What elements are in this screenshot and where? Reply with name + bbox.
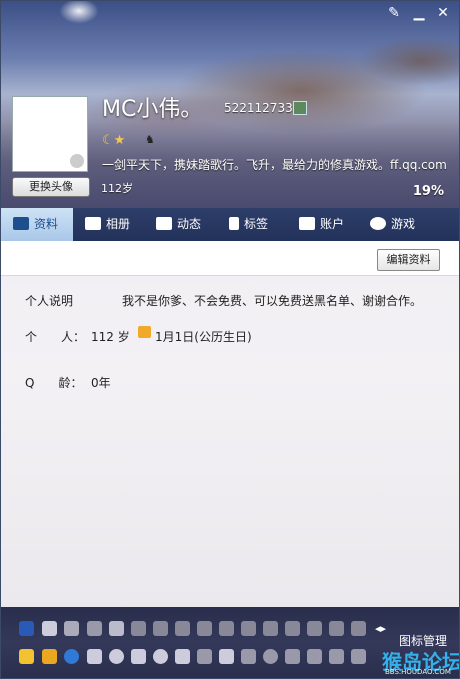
tab-label: 相册 bbox=[106, 217, 131, 231]
level-icons: ☾★ bbox=[102, 133, 126, 148]
tab-feed[interactable]: 动态 bbox=[156, 208, 201, 241]
tab-label: 标签 bbox=[244, 217, 269, 231]
completion-percent: 19% bbox=[412, 184, 444, 199]
tab-label: 账户 bbox=[320, 217, 345, 231]
diamond-icon[interactable] bbox=[351, 621, 366, 636]
profile-window: ✎ ▁ ✕ 更换头像 MC小伟。 522112733 ☾★ ♞ 一剑平天下，携妹… bbox=[0, 0, 460, 679]
tab-tags[interactable]: 标签 bbox=[229, 208, 268, 241]
avatar[interactable] bbox=[12, 96, 88, 172]
minimize-icon[interactable]: ▁ bbox=[408, 4, 430, 22]
diamond-icon[interactable] bbox=[153, 621, 168, 636]
penguin-badge-icon: ♞ bbox=[145, 133, 155, 146]
tab-games[interactable]: 游戏 bbox=[370, 208, 415, 241]
shield-icon[interactable] bbox=[42, 649, 57, 664]
tab-label: 游戏 bbox=[391, 217, 416, 231]
tab-account[interactable]: 账户 bbox=[299, 208, 344, 241]
robot-icon[interactable] bbox=[175, 649, 190, 664]
birthday: 1月1日(公历生日) bbox=[155, 330, 252, 344]
skin-icon[interactable]: ✎ bbox=[383, 4, 405, 22]
tab-label: 动态 bbox=[177, 217, 202, 231]
bird-icon[interactable] bbox=[241, 621, 256, 636]
edit-profile-button[interactable]: 编辑资料 bbox=[377, 249, 440, 271]
diamond-icon[interactable] bbox=[175, 621, 190, 636]
album-icon bbox=[85, 217, 101, 230]
badge-icon[interactable] bbox=[109, 621, 124, 636]
app-store-icon[interactable] bbox=[131, 649, 146, 664]
tab-profile[interactable]: 资料 bbox=[1, 208, 73, 241]
tab-bar: 资料 相册 动态 标签 账户 游戏 bbox=[1, 208, 459, 241]
briefcase-icon bbox=[299, 217, 315, 230]
mail-icon[interactable] bbox=[219, 649, 234, 664]
chat-icon[interactable] bbox=[109, 649, 124, 664]
personal-desc-value: 我不是你爹、不会免费、可以免费送黑名单、谢谢合作。 bbox=[122, 294, 423, 308]
diamond-icon[interactable] bbox=[263, 621, 278, 636]
tab-album[interactable]: 相册 bbox=[85, 208, 130, 241]
tv-icon[interactable] bbox=[351, 649, 366, 664]
age-text: 112岁 bbox=[101, 182, 133, 195]
scroll-arrows-icon[interactable]: ◂▸ bbox=[375, 621, 389, 636]
person-age: 112 岁 bbox=[91, 330, 130, 344]
diamond-icon[interactable] bbox=[219, 621, 234, 636]
qt-icon[interactable] bbox=[153, 649, 168, 664]
diamond-icon[interactable] bbox=[329, 621, 344, 636]
personal-desc-label: 个人说明 bbox=[25, 294, 74, 308]
watermark-url: BBS.HOUDAO.COM bbox=[385, 668, 451, 676]
star-icon[interactable] bbox=[19, 649, 34, 664]
nickname: MC小伟。 bbox=[102, 97, 203, 122]
change-avatar-button[interactable]: 更换头像 bbox=[12, 177, 90, 197]
pet-icon[interactable] bbox=[307, 649, 322, 664]
diamond-icon[interactable] bbox=[131, 621, 146, 636]
close-icon[interactable]: ✕ bbox=[432, 4, 454, 22]
bookmark-icon bbox=[229, 217, 239, 230]
diamond-icon[interactable] bbox=[307, 621, 322, 636]
diamond-icon[interactable] bbox=[285, 621, 300, 636]
diamond-icon[interactable] bbox=[197, 621, 212, 636]
music-icon[interactable] bbox=[263, 649, 278, 664]
qage-value: 0年 bbox=[91, 376, 111, 390]
nba-icon[interactable] bbox=[19, 621, 34, 636]
person-label: 个 人： bbox=[25, 330, 86, 344]
penguin-icon[interactable] bbox=[87, 621, 102, 636]
shield-icon[interactable] bbox=[329, 649, 344, 664]
qage-label: Q 龄： bbox=[25, 376, 83, 390]
signature[interactable]: 一剑平天下，携妹踏歌行。飞升，最给力的修真游戏。ff.qq.com bbox=[102, 156, 447, 173]
diamond-icon[interactable] bbox=[64, 621, 79, 636]
qq-status-icon[interactable] bbox=[293, 101, 307, 115]
tab-label: 资料 bbox=[34, 217, 59, 231]
qq-number: 522112733 bbox=[224, 101, 293, 115]
tools-icon[interactable] bbox=[285, 649, 300, 664]
penguin-icon bbox=[70, 154, 84, 168]
app-icon[interactable] bbox=[87, 649, 102, 664]
id-card-icon bbox=[13, 217, 29, 230]
cube-icon[interactable] bbox=[241, 649, 256, 664]
crown-icon bbox=[138, 326, 151, 338]
game-icon bbox=[370, 217, 386, 230]
feed-icon bbox=[156, 217, 172, 230]
clover-icon[interactable] bbox=[197, 649, 212, 664]
qzone-icon[interactable] bbox=[64, 649, 79, 664]
heart-icon[interactable] bbox=[42, 621, 57, 636]
